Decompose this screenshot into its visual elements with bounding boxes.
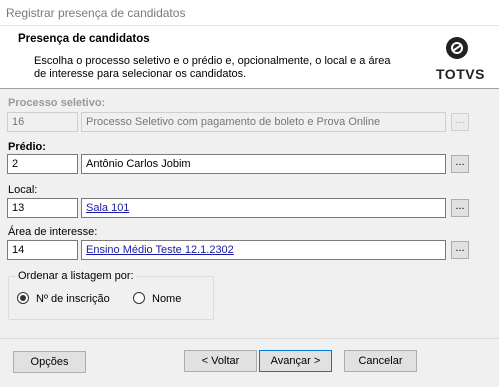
local-name-field[interactable]: Sala 101 [81, 198, 446, 218]
ordering-group-title: Ordenar a listagem por: [16, 270, 136, 282]
area-name-field[interactable]: Ensino Médio Teste 12.1.2302 [81, 240, 446, 260]
area-lookup-button[interactable]: ... [451, 241, 469, 259]
predio-name-field[interactable]: Antônio Carlos Jobim [81, 154, 446, 174]
processo-lookup-button: ... [451, 113, 469, 131]
processo-label: Processo seletivo: [8, 97, 106, 109]
area-name-link[interactable]: Ensino Médio Teste 12.1.2302 [86, 244, 234, 256]
area-label: Área de interesse: [8, 226, 98, 238]
local-label: Local: [8, 184, 38, 196]
cancel-button[interactable]: Cancelar [344, 350, 417, 372]
back-button[interactable]: < Voltar [184, 350, 257, 372]
local-code-field[interactable]: 13 [7, 198, 78, 218]
options-button[interactable]: Opções [13, 351, 86, 373]
area-code-field[interactable]: 14 [7, 240, 78, 260]
totvs-logo-text: TOTVS [436, 66, 485, 82]
radio-nome-label[interactable]: Nome [152, 293, 181, 305]
predio-lookup-button[interactable]: ... [451, 155, 469, 173]
header-title: Presença de candidatos [18, 33, 150, 45]
header-divider [0, 88, 499, 89]
radio-selected-dot [20, 295, 26, 301]
totvs-logo-icon [446, 37, 468, 59]
footer-divider [0, 338, 499, 339]
window-titlebar: Registrar presença de candidatos [0, 0, 499, 26]
radio-inscricao-label[interactable]: Nº de inscrição [36, 293, 110, 305]
radio-nome[interactable] [133, 292, 145, 304]
processo-name-field: Processo Seletivo com pagamento de bolet… [81, 112, 446, 132]
window-title: Registrar presença de candidatos [6, 6, 186, 20]
next-button[interactable]: Avançar > [259, 350, 332, 372]
predio-code-field[interactable]: 2 [7, 154, 78, 174]
processo-code-field: 16 [7, 112, 78, 132]
local-name-link[interactable]: Sala 101 [86, 202, 129, 214]
local-lookup-button[interactable]: ... [451, 199, 469, 217]
header-description: Escolha o processo seletivo e o prédio e… [34, 55, 391, 80]
radio-inscricao[interactable] [17, 292, 29, 304]
predio-label: Prédio: [8, 141, 46, 153]
